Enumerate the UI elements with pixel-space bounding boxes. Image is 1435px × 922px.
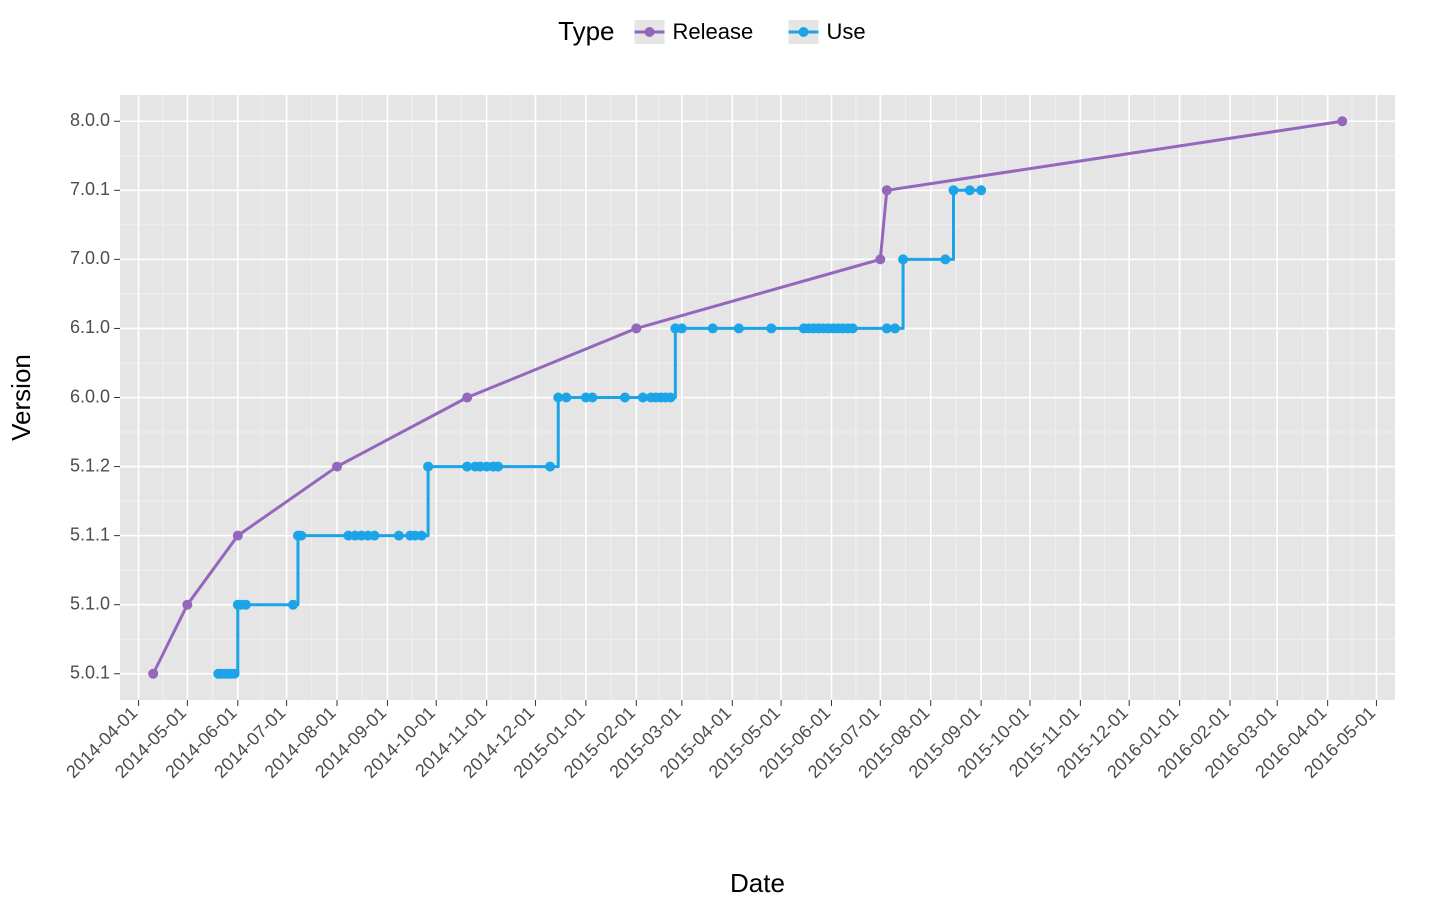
series-use-point <box>890 323 900 333</box>
series-use-point <box>898 254 908 264</box>
series-release-point <box>148 669 158 679</box>
series-use-point <box>949 185 959 195</box>
y-tick-label: 7.0.0 <box>70 248 110 268</box>
y-tick-label: 5.0.1 <box>70 663 110 683</box>
y-tick-label: 6.0.0 <box>70 386 110 406</box>
series-use-point <box>230 669 240 679</box>
y-axis-title: Version <box>6 354 36 441</box>
legend-label: Use <box>827 19 866 44</box>
series-use-point <box>545 462 555 472</box>
y-tick-label: 5.1.2 <box>70 455 110 475</box>
series-use-point <box>241 600 251 610</box>
series-use-point <box>677 323 687 333</box>
x-axis-title: Date <box>730 868 785 898</box>
series-release-point <box>882 185 892 195</box>
series-release-point <box>875 254 885 264</box>
legend: Type Release Use <box>558 16 866 46</box>
series-release-point <box>631 323 641 333</box>
series-use-point <box>493 462 503 472</box>
series-release-point <box>1337 116 1347 126</box>
series-release-point <box>462 393 472 403</box>
legend-item-use: Use <box>789 19 866 44</box>
y-tick-label: 7.0.1 <box>70 179 110 199</box>
series-use-point <box>587 393 597 403</box>
chart-container: 5.0.1 5.1.0 5.1.1 5.1.2 6.0.0 6.1.0 7.0.0 7.0.1… <box>0 0 1435 922</box>
series-use-point <box>369 531 379 541</box>
series-use-point <box>708 323 718 333</box>
legend-item-release: Release <box>635 19 754 44</box>
series-use-point <box>965 185 975 195</box>
y-tick-label: 6.1.0 <box>70 317 110 337</box>
y-tick-label: 5.1.1 <box>70 524 110 544</box>
series-use-point <box>766 323 776 333</box>
series-release-point <box>233 531 243 541</box>
chart-svg: 5.0.1 5.1.0 5.1.1 5.1.2 6.0.0 6.1.0 7.0.0 7.0.1… <box>0 0 1435 922</box>
series-use-point <box>848 323 858 333</box>
series-use-point <box>423 462 433 472</box>
y-tick-label: 5.1.0 <box>70 593 110 613</box>
series-use-point <box>394 531 404 541</box>
series-release-point <box>182 600 192 610</box>
series-use-point <box>288 600 298 610</box>
series-use-point <box>296 531 306 541</box>
series-use-point <box>734 323 744 333</box>
legend-label: Release <box>673 19 754 44</box>
legend-title: Type <box>558 16 614 46</box>
series-use-point <box>940 254 950 264</box>
series-use-point <box>665 393 675 403</box>
series-use-point <box>417 531 427 541</box>
series-use-point <box>561 393 571 403</box>
y-tick-label: 8.0.0 <box>70 110 110 130</box>
series-use-point <box>620 393 630 403</box>
series-release-point <box>332 462 342 472</box>
series-use-point <box>976 185 986 195</box>
